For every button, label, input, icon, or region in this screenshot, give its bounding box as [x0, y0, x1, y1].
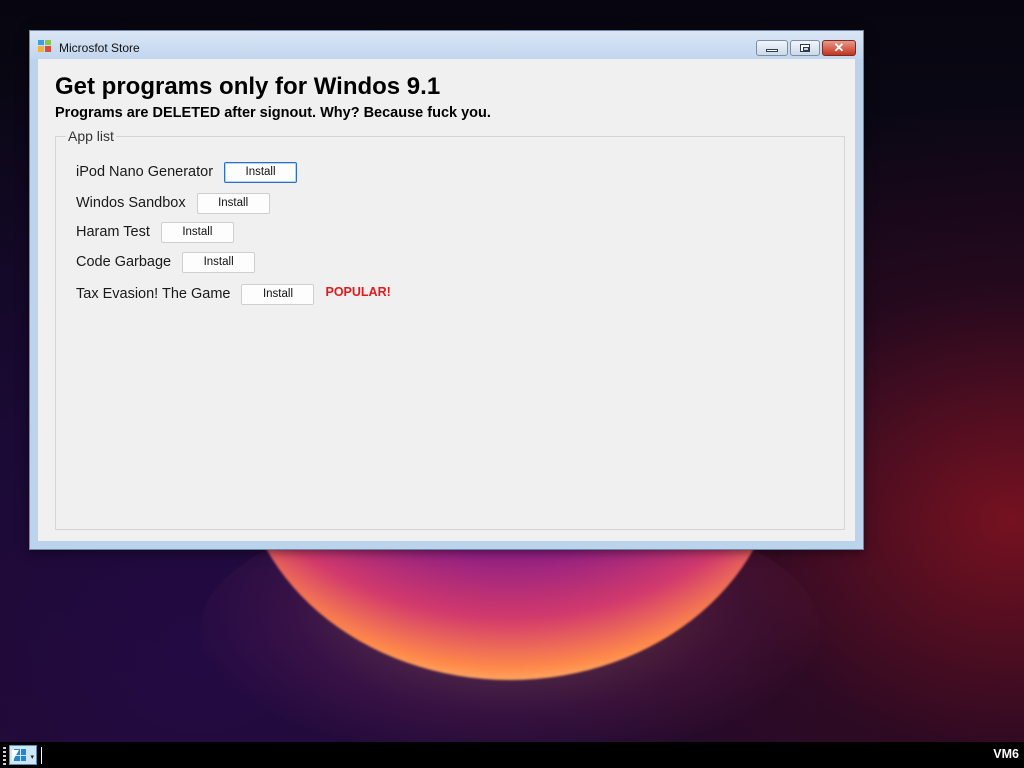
vm-label: VM6 [993, 747, 1019, 761]
page-title: Get programs only for Windos 9.1 [55, 73, 441, 100]
popular-badge: POPULAR! [325, 285, 391, 299]
install-button-tax-evasion-the-game[interactable]: Install [241, 283, 315, 305]
store-window: Microsfot Store ✕ Get programs only for … [29, 30, 864, 550]
install-button-haram-test[interactable]: Install [160, 221, 234, 243]
app-name: Windos Sandbox [76, 195, 186, 211]
window-titlebar[interactable]: Microsfot Store ✕ [30, 31, 863, 59]
taskbar-grip[interactable] [3, 747, 6, 765]
app-name: Tax Evasion! The Game [76, 286, 231, 302]
maximize-button[interactable] [790, 40, 820, 56]
app-name: Code Garbage [76, 254, 172, 270]
app-row-windos-sandbox: Windos Sandbox Install [76, 192, 270, 214]
app-name: Haram Test [76, 224, 150, 240]
taskbar: ▾ VM6 [0, 742, 1024, 768]
window-client-area: Get programs only for Windos 9.1 Program… [38, 59, 855, 541]
app-row-haram-test: Haram Test Install [76, 221, 234, 243]
store-app-icon [38, 40, 51, 52]
chevron-down-icon: ▾ [30, 754, 34, 761]
install-button-code-garbage[interactable]: Install [182, 251, 256, 273]
app-list-group: App list iPod Nano Generator Install Win… [55, 128, 845, 530]
app-row-code-garbage: Code Garbage Install [76, 251, 256, 273]
install-button-windos-sandbox[interactable]: Install [196, 192, 270, 214]
app-name: iPod Nano Generator [76, 164, 214, 180]
close-icon: ✕ [833, 40, 845, 55]
app-row-ipod-nano-generator: iPod Nano Generator Install [76, 161, 298, 183]
maximize-icon [800, 44, 810, 52]
app-row-tax-evasion-the-game: Tax Evasion! The Game Install POPULAR! [76, 283, 391, 305]
minimize-icon [766, 49, 778, 52]
app-list-label: App list [66, 128, 116, 144]
mouse-pointer-icon [12, 750, 19, 762]
window-title: Microsfot Store [59, 41, 140, 55]
close-button[interactable]: ✕ [822, 40, 856, 56]
page-subtitle: Programs are DELETED after signout. Why?… [55, 105, 491, 121]
install-button-ipod-nano-generator[interactable]: Install [224, 161, 298, 183]
text-caret [41, 747, 42, 764]
minimize-button[interactable] [756, 40, 788, 56]
